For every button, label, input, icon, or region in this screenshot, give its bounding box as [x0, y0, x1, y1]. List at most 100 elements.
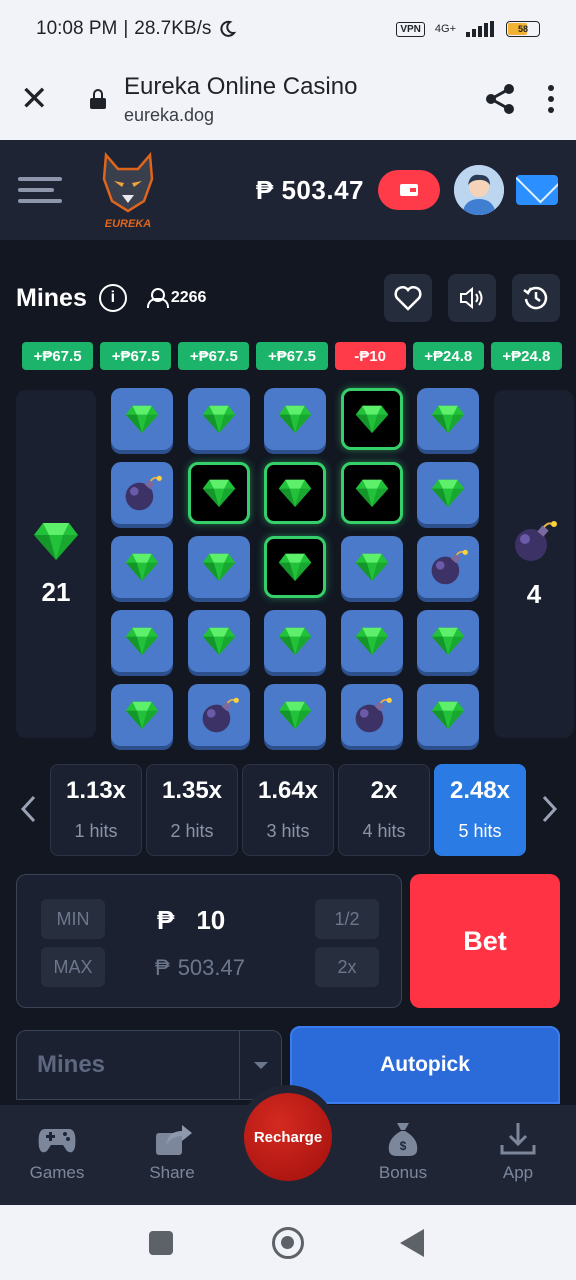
grid-tile-3-1[interactable]	[187, 610, 250, 672]
mines-select-value: Mines	[37, 1051, 106, 1078]
grid-tile-4-3[interactable]	[340, 684, 403, 746]
nav-bonus[interactable]: $ Bonus	[353, 1121, 453, 1183]
share-icon[interactable]	[482, 81, 518, 117]
gem-icon	[431, 627, 465, 656]
wolf-logo[interactable]: EUREKA	[96, 149, 160, 231]
info-icon[interactable]: i	[98, 284, 127, 312]
svg-text:EUREKA: EUREKA	[105, 218, 152, 230]
max-amount-display: ₱ 503.47	[155, 955, 245, 980]
grid-tile-4-2[interactable]	[264, 684, 326, 746]
nav-games[interactable]: Games	[7, 1121, 107, 1183]
grid-tile-0-3[interactable]	[340, 388, 403, 450]
multiplier-card[interactable]: 1.35x 2 hits	[146, 764, 238, 856]
share-arrow-icon	[156, 1125, 192, 1155]
multiplier-card[interactable]: 2.48x 5 hits	[434, 764, 526, 856]
gem-icon	[355, 627, 388, 656]
grid-tile-1-2[interactable]	[264, 462, 326, 524]
grid-tile-1-0[interactable]	[111, 462, 173, 524]
gem-icon	[431, 701, 465, 730]
grid-tile-4-1[interactable]	[187, 684, 250, 746]
grid-tile-3-3[interactable]	[340, 610, 403, 672]
multiplier-value: 1.13x	[65, 777, 127, 804]
bomb-icon	[515, 520, 557, 561]
grid-tile-2-3[interactable]	[340, 536, 403, 598]
grid-tile-2-2[interactable]	[264, 536, 326, 598]
nav-app[interactable]: App	[468, 1121, 568, 1183]
grid-tile-2-0[interactable]	[111, 536, 173, 598]
more-options-icon[interactable]	[548, 85, 556, 113]
history-button[interactable]	[512, 274, 560, 322]
chevron-right-icon[interactable]	[540, 794, 560, 824]
bet-button[interactable]: Bet	[410, 874, 560, 1008]
mail-icon[interactable]	[516, 175, 558, 205]
gem-icon	[34, 522, 78, 560]
bomb-icon	[431, 549, 468, 585]
bet-amount-panel: MIN MAX ₱ 10 ₱ 503.47 1/2 2x	[16, 874, 402, 1008]
double-button[interactable]: 2x	[315, 947, 379, 987]
gem-icon	[355, 479, 388, 508]
system-nav-bar	[0, 1205, 576, 1280]
status-bar: 10:08 PM | 28.7KB/s VPN 4G+ 58	[0, 0, 576, 58]
home-icon[interactable]	[272, 1227, 304, 1259]
result-badge: +₱67.5	[22, 342, 94, 370]
wallet-icon	[400, 184, 418, 196]
grid-tile-3-4[interactable]	[417, 610, 479, 672]
grid-tile-0-0[interactable]	[111, 388, 173, 450]
game-title: Mines	[16, 283, 87, 312]
grid-tile-1-4[interactable]	[417, 462, 479, 524]
multiplier-card[interactable]: 1.13x 1 hits	[50, 764, 142, 856]
gem-icon	[278, 701, 312, 730]
nav-share[interactable]: Share	[122, 1121, 222, 1183]
grid-tile-0-2[interactable]	[264, 388, 326, 450]
max-button[interactable]: MAX	[41, 947, 105, 987]
multiplier-card[interactable]: 1.64x 3 hits	[242, 764, 334, 856]
svg-text:$: $	[400, 1139, 407, 1153]
gem-icon	[125, 553, 159, 582]
grid-tile-1-1[interactable]	[187, 462, 250, 524]
gems-remaining-count: 21	[41, 576, 71, 607]
gem-icon	[431, 405, 465, 434]
grid-tile-3-2[interactable]	[264, 610, 326, 672]
recharge-button[interactable]: Recharge	[244, 1093, 332, 1181]
autopick-button[interactable]: Autopick	[290, 1026, 560, 1104]
multiplier-value: 2x	[370, 777, 398, 804]
wallet-button[interactable]	[378, 170, 440, 210]
multiplier-value: 1.35x	[161, 777, 223, 804]
multiplier-card[interactable]: 2x 4 hits	[338, 764, 430, 856]
avatar[interactable]	[454, 165, 504, 215]
grid-tile-2-4[interactable]	[417, 536, 479, 598]
history-icon	[523, 286, 548, 310]
result-badge: +₱24.8	[412, 342, 484, 370]
user-icon	[146, 288, 169, 308]
favorite-button[interactable]	[384, 274, 432, 322]
result-badge: +₱67.5	[178, 342, 250, 370]
recents-icon[interactable]	[149, 1231, 173, 1255]
gem-icon	[202, 553, 235, 582]
grid-tile-0-1[interactable]	[187, 388, 250, 450]
back-icon[interactable]	[400, 1229, 424, 1257]
moon-icon	[220, 20, 237, 37]
grid-tile-4-4[interactable]	[417, 684, 479, 746]
chevron-left-icon[interactable]	[18, 794, 38, 824]
gem-icon	[202, 405, 235, 434]
vpn-badge: VPN	[396, 21, 425, 37]
grid-tile-4-0[interactable]	[111, 684, 173, 746]
mines-count-panel: 4	[494, 390, 574, 738]
grid-tile-0-4[interactable]	[417, 388, 479, 450]
half-button[interactable]: 1/2	[315, 899, 379, 939]
close-icon[interactable]: ✕	[20, 79, 64, 119]
grid-tile-2-1[interactable]	[187, 536, 250, 598]
balance-display: ₱ 503.47	[255, 174, 364, 205]
page-title: Eureka Online Casino	[124, 72, 358, 100]
download-icon	[500, 1123, 536, 1155]
bet-amount-input[interactable]: ₱ 10	[157, 905, 225, 936]
sound-button[interactable]	[448, 274, 496, 322]
bomb-icon	[355, 697, 392, 733]
status-time: 10:08 PM	[36, 18, 118, 39]
mines-count-select[interactable]: Mines	[16, 1030, 282, 1100]
grid-tile-3-0[interactable]	[111, 610, 173, 672]
min-button[interactable]: MIN	[41, 899, 105, 939]
gem-icon	[278, 627, 312, 656]
menu-icon[interactable]	[18, 177, 62, 203]
grid-tile-1-3[interactable]	[340, 462, 403, 524]
